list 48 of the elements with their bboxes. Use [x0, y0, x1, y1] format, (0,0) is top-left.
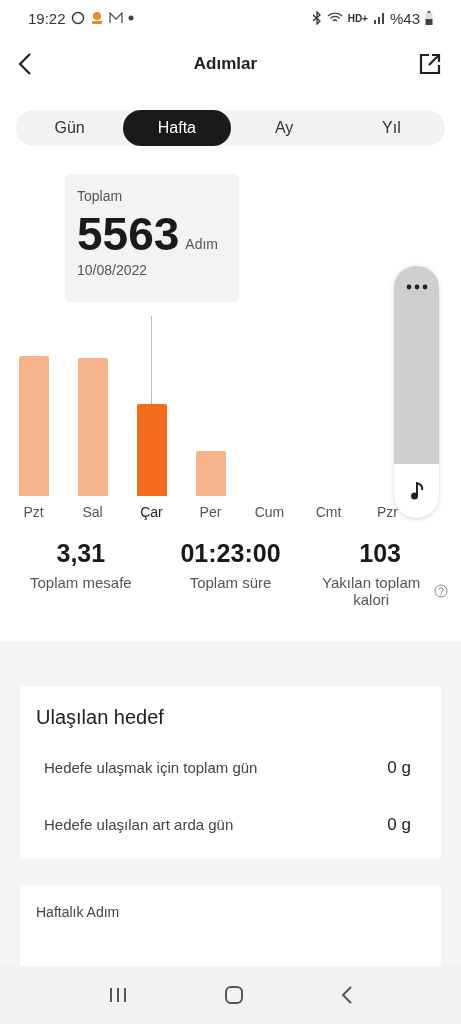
- goal-value: 0 g: [387, 814, 411, 835]
- status-time: 19:22: [28, 9, 66, 27]
- stat-value: 103: [359, 539, 402, 568]
- music-note-icon[interactable]: [409, 482, 424, 500]
- goal-value: 0 g: [387, 757, 411, 778]
- stat-value: 3,31: [56, 539, 106, 568]
- stat-value: 01:23:00: [180, 539, 281, 568]
- day-label: Pzt: [23, 504, 44, 520]
- day-label: Pzr: [377, 504, 398, 520]
- step-bar[interactable]: [136, 404, 167, 496]
- bluetooth-icon: [311, 11, 322, 25]
- card-title: Haftalık Adım: [36, 904, 120, 920]
- day-label: Çar: [140, 504, 163, 520]
- battery-percent: %43: [389, 9, 420, 27]
- period-tab[interactable]: Ay: [230, 110, 338, 146]
- more-icon[interactable]: [405, 284, 428, 290]
- battery-icon: [425, 11, 433, 25]
- card-title: Ulaşılan hedef: [36, 706, 165, 729]
- day-label: Cmt: [315, 504, 342, 520]
- step-total: 5563: [77, 210, 180, 258]
- recent-apps-icon[interactable]: [108, 987, 127, 1003]
- goal-label: Hedefe ulaşılan art arda gün: [44, 816, 234, 833]
- app-icon: [89, 11, 104, 25]
- stat-label: Toplam mesafe: [29, 574, 132, 591]
- tooltip-label: Toplam: [77, 188, 124, 204]
- tooltip-date: 10/08/2022: [77, 262, 149, 278]
- period-tab[interactable]: Yıl: [337, 110, 445, 146]
- period-tab[interactable]: Gün: [16, 110, 124, 146]
- home-icon[interactable]: [223, 985, 244, 1005]
- chat-icon: [70, 11, 85, 25]
- stat-label: Toplam süre: [189, 574, 272, 591]
- page-title: Adımlar: [193, 54, 258, 74]
- back-icon[interactable]: [18, 52, 32, 76]
- wifi-icon: [326, 12, 343, 24]
- day-label: Per: [199, 504, 222, 520]
- share-icon[interactable]: [419, 53, 441, 75]
- stat-label: Yakılan toplam kalori: [321, 574, 422, 608]
- dot-icon: [127, 15, 134, 21]
- day-label: Cum: [254, 504, 285, 520]
- mail-icon: [108, 12, 123, 24]
- step-unit: Adım: [185, 236, 219, 254]
- period-tab[interactable]: Hafta: [123, 110, 231, 146]
- back-nav-icon[interactable]: [340, 986, 353, 1004]
- signal-icon: [372, 12, 385, 24]
- help-icon[interactable]: [434, 584, 449, 598]
- day-label: Sal: [82, 504, 103, 520]
- network-label: HD+: [347, 12, 368, 24]
- goal-label: Hedefe ulaşmak için toplam gün: [44, 759, 258, 776]
